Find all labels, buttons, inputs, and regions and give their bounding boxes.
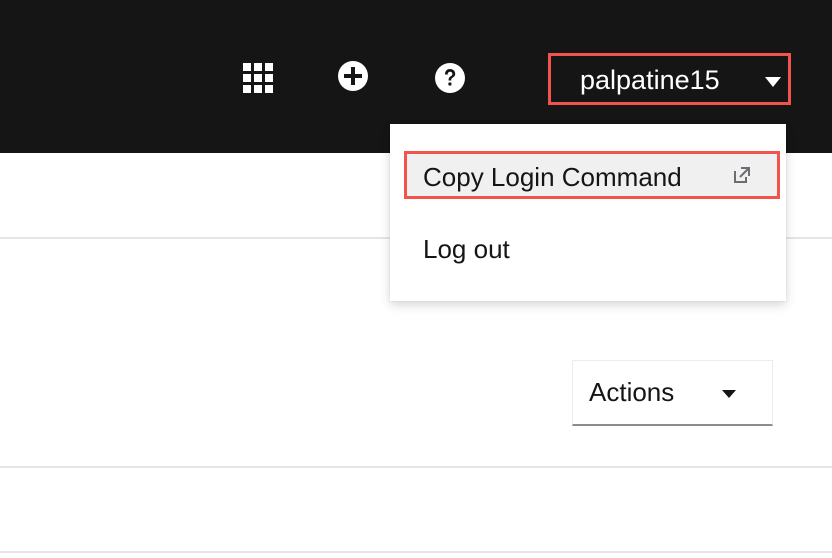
actions-dropdown[interactable]: Actions [572, 360, 773, 426]
divider [0, 466, 832, 468]
grid-icon [243, 63, 273, 93]
external-link-icon [734, 167, 750, 183]
username-label: palpatine15 [580, 65, 720, 95]
caret-down-icon [765, 77, 781, 87]
divider [0, 551, 832, 553]
question-circle-icon [435, 63, 465, 93]
page: palpatine15 Actions Copy Login Command L… [0, 0, 832, 558]
user-dropdown-menu: Copy Login Command Log out [390, 124, 786, 301]
copy-login-command-label: Copy Login Command [423, 162, 682, 192]
app-launcher-button[interactable] [240, 60, 276, 96]
caret-down-icon [722, 390, 736, 398]
help-button[interactable] [432, 60, 468, 96]
add-button[interactable] [335, 58, 371, 94]
log-out-item[interactable]: Log out [390, 222, 786, 278]
user-menu-toggle[interactable]: palpatine15 [548, 53, 791, 105]
plus-circle-icon [338, 61, 368, 91]
actions-label: Actions [589, 377, 675, 407]
log-out-label: Log out [423, 234, 510, 264]
copy-login-command-item[interactable]: Copy Login Command [404, 151, 780, 199]
